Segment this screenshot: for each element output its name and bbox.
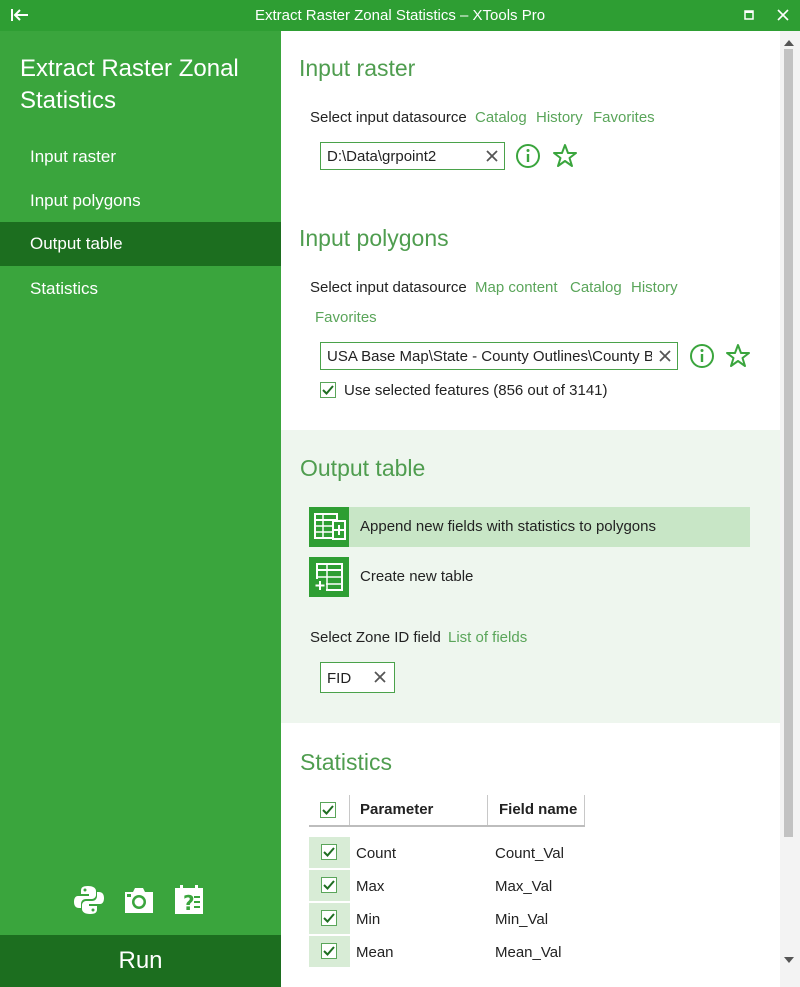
zone-id-field[interactable]: FID [320, 662, 395, 693]
column-divider [584, 795, 585, 825]
python-icon[interactable] [72, 883, 106, 917]
use-selected-checkbox[interactable] [320, 382, 336, 398]
table-row[interactable]: Count Count_Val [309, 837, 629, 868]
title-bar: Extract Raster Zonal Statistics – XTools… [0, 0, 800, 31]
input-raster-title: Input raster [299, 55, 416, 81]
sidebar-item-input-polygons[interactable]: Input polygons [0, 179, 281, 223]
append-fields-option[interactable]: Append new fields with statistics to pol… [309, 507, 750, 547]
column-divider [349, 795, 350, 825]
field-name-cell: Min_Val [495, 911, 549, 928]
sidebar: Extract Raster Zonal Statistics Input ra… [0, 31, 281, 987]
tool-icons: ? [72, 883, 212, 917]
polygons-input-field[interactable]: USA Base Map\State - County Outlines\Cou… [320, 342, 678, 370]
parameter-cell: Min [356, 911, 381, 928]
polygons-input-value: USA Base Map\State - County Outlines\Cou… [327, 348, 652, 365]
zone-id-value: FID [327, 670, 352, 687]
polygons-catalog-link[interactable]: Catalog [570, 279, 622, 296]
use-selected-label: Use selected features (856 out of 3141) [344, 382, 608, 399]
create-table-option[interactable]: Create new table [309, 557, 750, 597]
scroll-down-icon[interactable] [783, 952, 795, 963]
append-fields-label: Append new fields with statistics to pol… [360, 518, 656, 535]
star-icon[interactable] [552, 143, 578, 169]
table-row[interactable]: Min Min_Val [309, 903, 629, 934]
create-table-label: Create new table [360, 568, 474, 585]
clear-icon[interactable] [484, 148, 500, 164]
polygons-favorites-link[interactable]: Favorites [315, 309, 377, 326]
row-checkbox[interactable] [321, 943, 337, 959]
run-button[interactable]: Run [0, 935, 281, 987]
raster-input-value: D:\Data\grpoint2 [327, 148, 437, 165]
input-polygons-title: Input polygons [299, 225, 449, 251]
window-title: Extract Raster Zonal Statistics – XTools… [254, 7, 546, 24]
sidebar-item-output-table[interactable]: Output table [0, 222, 281, 266]
scroll-up-icon[interactable] [783, 35, 795, 46]
raster-input-field[interactable]: D:\Data\grpoint2 [320, 142, 505, 170]
table-row[interactable]: Max Max_Val [309, 870, 629, 901]
row-checkbox[interactable] [321, 844, 337, 860]
parameter-cell: Count [356, 845, 397, 862]
statistics-grid-header: Parameter Field name [309, 795, 585, 827]
output-table-title: Output table [300, 455, 426, 481]
star-icon[interactable] [725, 343, 751, 369]
list-of-fields-link[interactable]: List of fields [448, 629, 527, 646]
close-icon[interactable] [775, 6, 791, 24]
field-name-cell: Max_Val [495, 878, 553, 895]
raster-history-link[interactable]: History [536, 109, 583, 126]
field-name-cell: Count_Val [495, 845, 564, 862]
info-icon[interactable] [515, 143, 541, 169]
row-checkbox[interactable] [321, 877, 337, 893]
column-divider [487, 795, 488, 825]
append-table-icon [309, 507, 349, 547]
camera-icon[interactable] [122, 883, 156, 917]
parameter-cell: Mean [356, 944, 394, 961]
tool-title: Extract Raster Zonal Statistics [20, 55, 239, 114]
new-table-icon [309, 557, 349, 597]
field-name-cell: Mean_Val [495, 944, 562, 961]
polygons-history-link[interactable]: History [631, 279, 678, 296]
help-icon[interactable]: ? [172, 883, 206, 917]
header-underline [309, 825, 585, 827]
raster-select-label: Select input datasource [310, 109, 467, 126]
sidebar-item-statistics[interactable]: Statistics [0, 267, 281, 311]
clear-icon[interactable] [657, 348, 673, 364]
table-row[interactable]: Mean Mean_Val [309, 936, 629, 967]
sidebar-item-input-raster[interactable]: Input raster [0, 135, 281, 179]
vertical-scrollbar[interactable] [780, 31, 800, 987]
parameter-column-header[interactable]: Parameter [360, 795, 433, 825]
maximize-icon[interactable] [741, 6, 757, 24]
clear-icon[interactable] [372, 669, 388, 685]
zone-id-label: Select Zone ID field [310, 629, 441, 646]
scrollbar-thumb[interactable] [784, 49, 793, 837]
polygons-select-label: Select input datasource [310, 279, 467, 296]
raster-catalog-link[interactable]: Catalog [475, 109, 527, 126]
main-panel: Input raster Select input datasource Cat… [281, 31, 800, 987]
info-icon[interactable] [689, 343, 715, 369]
field-name-column-header[interactable]: Field name [499, 795, 577, 825]
statistics-title: Statistics [300, 749, 393, 775]
svg-text:?: ? [183, 891, 195, 915]
row-checkbox[interactable] [321, 910, 337, 926]
raster-favorites-link[interactable]: Favorites [593, 109, 655, 126]
polygons-map-content-link[interactable]: Map content [475, 279, 558, 296]
select-all-checkbox[interactable] [320, 802, 336, 818]
parameter-cell: Max [356, 878, 385, 895]
